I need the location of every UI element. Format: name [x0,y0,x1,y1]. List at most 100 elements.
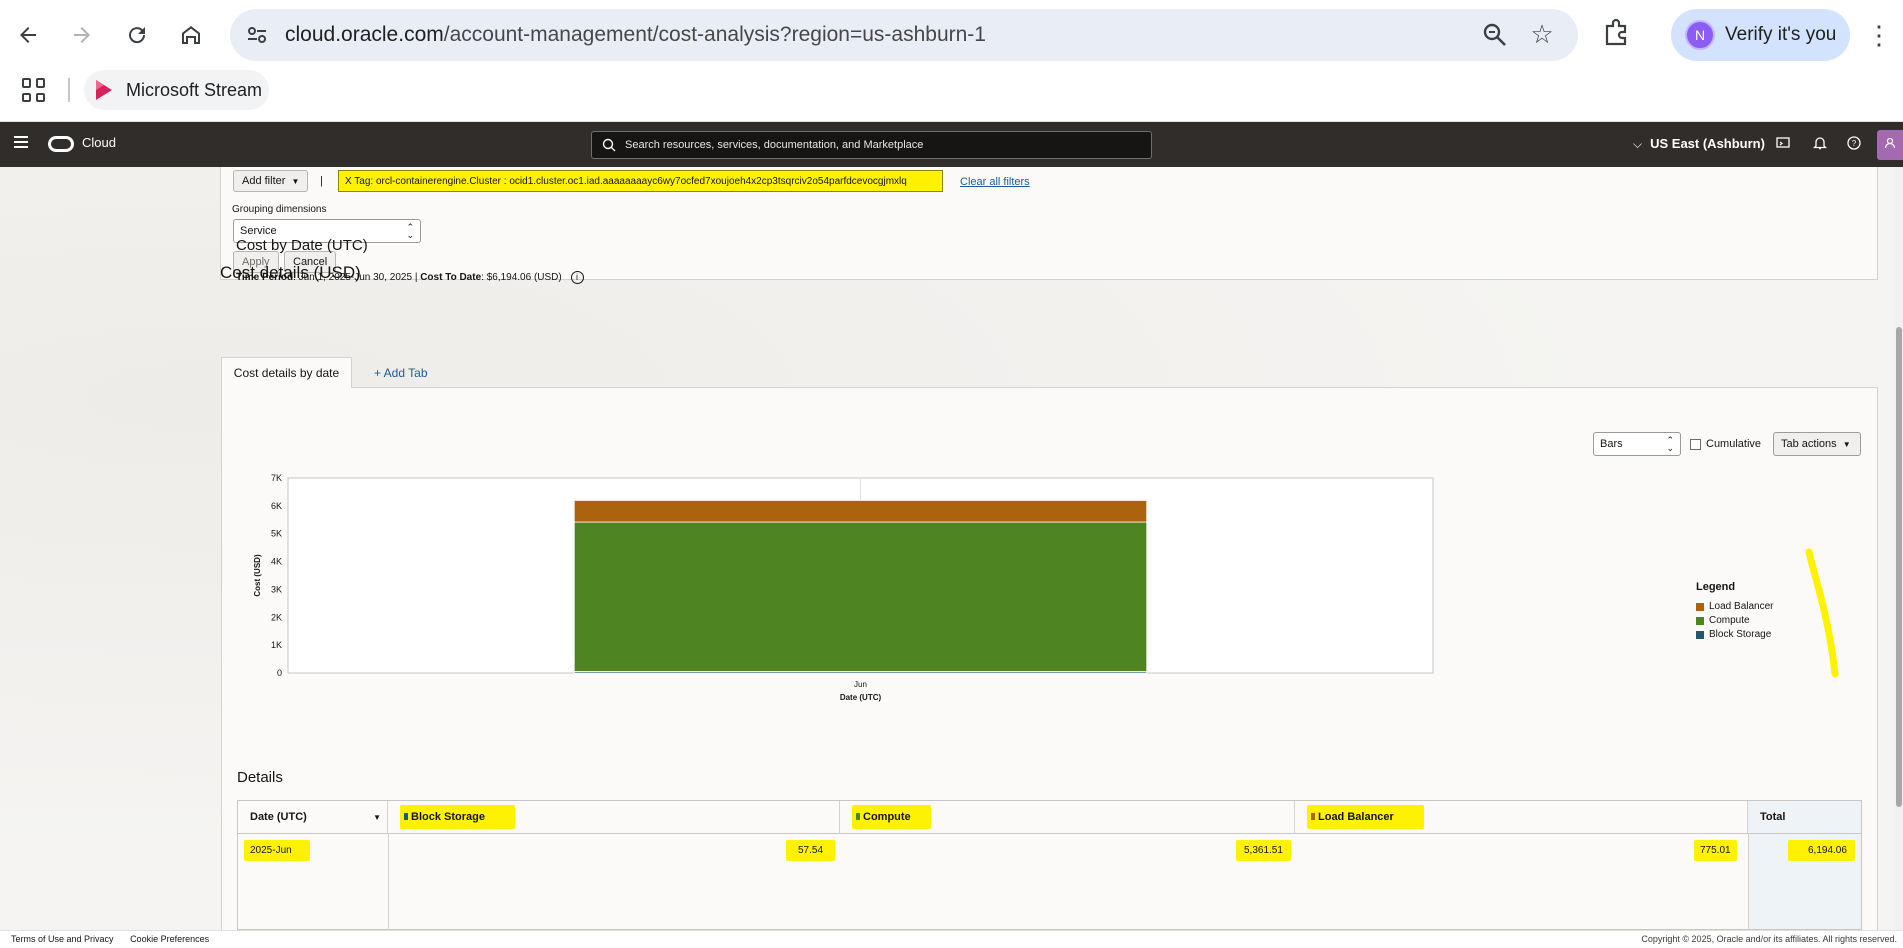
grouping-dimensions-label: Grouping dimensions [232,204,327,215]
bar-segment-load-balancer [573,500,1148,523]
cell-total-value: 6,194.06 [1788,840,1855,861]
navigation-menu-icon[interactable] [14,136,28,150]
chart-title: Cost by Date (UTC) [236,237,368,254]
y-axis-label: Cost (USD) [253,554,262,597]
column-header-load-balancer[interactable]: Load Balancer [1295,801,1748,834]
add-tab-link[interactable]: + Add Tab [374,366,428,380]
column-header-block-storage[interactable]: Block Storage [388,801,840,834]
column-header-label: Block Storage [411,811,485,823]
legend-item-block-storage[interactable]: Block Storage [1696,629,1771,640]
clear-all-filters-link[interactable]: Clear all filters [960,176,1030,188]
home-icon[interactable] [171,15,211,55]
microsoft-stream-icon [96,80,112,100]
region-label: US East (Ashburn) [1650,136,1765,151]
legend-item-compute[interactable]: Compute [1696,615,1750,626]
sort-caret-icon[interactable]: ▼ [373,813,381,822]
caret-down-icon: ▼ [1842,439,1851,449]
column-header-label: Date (UTC) [250,811,307,823]
cumulative-toggle[interactable]: Cumulative [1690,438,1761,450]
cost-to-date-value: : $6,194.06 (USD) [481,272,562,284]
verify-label: Verify it's you [1725,24,1837,45]
region-selector[interactable]: ⌵ US East (Ashburn) [1633,136,1765,152]
time-period-label: Time Period [236,272,294,284]
cell-date: 2025-Jun [244,834,310,867]
oracle-logo-icon[interactable] [48,136,74,152]
page-scrollbar-thumb[interactable] [1896,327,1902,807]
forward-icon[interactable] [62,15,102,55]
apps-grid-icon[interactable] [22,78,46,102]
cost-by-date-chart: 0 1K 2K 3K 4K 5K 6K 7K Jun Date (UTC) Cost (USD) [253,473,1434,702]
cell-block-storage: 57.54 [786,834,836,867]
y-tick-label: 7K [271,473,282,483]
oci-search-input[interactable]: Search resources, services, documentatio… [591,131,1152,159]
y-tick-label: 6K [271,501,282,511]
series-swatch [856,813,860,820]
zoom-icon[interactable] [1482,22,1508,48]
reload-icon[interactable] [117,15,157,55]
legend-item-load-balancer[interactable]: Load Balancer [1696,601,1774,612]
bookmarks-separator [68,78,70,102]
y-tick-label: 2K [271,612,282,622]
details-title: Details [237,769,283,786]
url-text[interactable]: cloud.oracle.com/account-management/cost… [285,23,986,47]
cell-block-storage-value: 57.54 [786,840,836,861]
url-path: /account-management/cost-analysis?region… [443,23,986,46]
info-icon[interactable]: i [570,271,584,284]
cumulative-checkbox[interactable] [1690,438,1701,450]
highlight-compute: Compute [852,805,931,829]
help-icon[interactable]: ? [1846,136,1862,152]
cell-compute: 5,361.51 [1236,834,1291,867]
search-placeholder: Search resources, services, documentatio… [625,139,924,151]
chart-type-select[interactable]: Bars ⌃ ⌄ [1593,432,1681,456]
browser-menu-icon[interactable]: ⋮ [1866,17,1892,53]
column-header-compute[interactable]: Compute [840,801,1295,834]
oci-brand-label[interactable]: Cloud [82,135,116,150]
copyright-text: Copyright © 2025, Oracle and/or its affi… [1641,934,1897,944]
x-tick-label: Jun [854,680,867,689]
tab-actions-button[interactable]: Tab actions ▼ [1773,432,1861,456]
cookie-preferences-link[interactable]: Cookie Preferences [130,934,209,944]
verify-identity-button[interactable]: N Verify it's you [1671,9,1850,61]
address-bar[interactable]: cloud.oracle.com/account-management/cost… [230,9,1578,61]
user-profile-icon[interactable] [1877,130,1903,160]
add-filter-button[interactable]: Add filter ▼ [233,170,309,192]
y-tick-label: 4K [271,557,282,567]
legend-swatch [1696,630,1704,639]
yellow-annotation-stroke [1805,548,1839,678]
browser-toolbar: cloud.oracle.com/account-management/cost… [0,0,1903,122]
chart-type-value: Bars [1600,438,1623,450]
legend-label: Compute [1709,615,1750,626]
cumulative-label: Cumulative [1706,438,1762,450]
cell-load-balancer: 775.01 [1694,834,1737,867]
bookmark-star-icon[interactable]: ☆ [1528,20,1556,48]
cost-to-date-label: Cost To Date [420,272,482,284]
y-tick-label: 5K [271,529,282,539]
back-icon[interactable] [8,15,48,55]
highlight-load-balancer: Load Balancer [1307,805,1424,829]
extensions-icon[interactable] [1601,17,1635,51]
column-header-date[interactable]: Date (UTC) ▼ [238,801,388,834]
cloud-shell-icon[interactable] [1775,136,1791,152]
y-tick-label: 0 [277,668,282,678]
column-header-label: Compute [863,811,911,823]
series-swatch [404,813,408,820]
tag-filter-chip[interactable]: X Tag: orcl-containerengine.Cluster : oc… [338,170,943,192]
bookmarks-bar: Microsoft Stream [0,70,1903,110]
bar-segment-compute [573,521,1148,672]
bookmark-microsoft-stream[interactable]: Microsoft Stream [84,70,269,110]
column-header-label: Total [1760,811,1786,823]
url-host: cloud.oracle.com [285,23,444,46]
tab-cost-details-by-date[interactable]: Cost details by date [221,357,352,388]
cell-date-value: 2025-Jun [244,840,310,861]
cell-total: 6,194.06 [1788,834,1855,867]
site-settings-icon[interactable] [244,22,270,48]
cell-load-balancer-value: 775.01 [1694,840,1737,861]
column-divider [388,834,389,941]
highlight-block-storage: Block Storage [400,805,515,829]
column-header-total[interactable]: Total [1748,801,1861,834]
bookmark-label: Microsoft Stream [126,79,263,100]
legend-title: Legend [1696,581,1736,593]
notifications-bell-icon[interactable] [1812,136,1828,152]
details-table: Date (UTC) ▼ Block Storage Compute Load … [237,800,1862,941]
terms-link[interactable]: Terms of Use and Privacy [11,934,114,944]
